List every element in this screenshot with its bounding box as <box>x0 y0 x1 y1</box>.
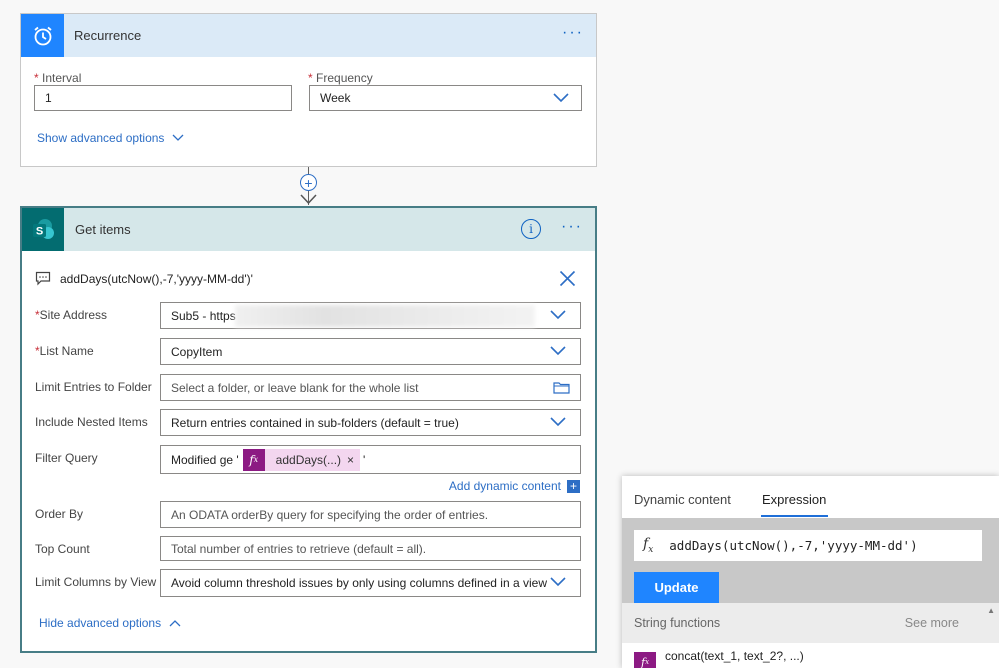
active-tab-indicator <box>761 515 828 517</box>
plus-icon: + <box>304 174 313 191</box>
show-advanced-label: Show advanced options <box>37 131 165 145</box>
filter-query-input[interactable]: Modified ge ' fx addDays(...) × ' <box>160 445 581 474</box>
token-remove-button[interactable]: × <box>347 453 360 467</box>
token-label: addDays(...) <box>275 452 342 467</box>
order-by-label: Order By <box>35 507 84 521</box>
hide-advanced-options-link[interactable]: Hide advanced options <box>39 616 181 630</box>
filter-query-prefix: Modified ge ' <box>171 452 239 467</box>
add-dynamic-content-link[interactable]: Add dynamic content + <box>449 479 580 493</box>
frequency-value: Week <box>320 91 351 105</box>
interval-value: 1 <box>45 91 52 105</box>
recurrence-header[interactable]: Recurrence ··· <box>21 14 596 57</box>
chevron-down-icon <box>553 93 569 103</box>
tab-expression[interactable]: Expression <box>762 492 826 507</box>
comment-text[interactable]: addDays(utcNow(),-7,'yyyy-MM-dd')' <box>60 272 253 286</box>
hide-advanced-label: Hide advanced options <box>39 616 162 630</box>
chevron-down-icon <box>550 346 566 356</box>
fx-icon: fx <box>643 536 654 555</box>
recurrence-card: Recurrence ··· * Interval 1 * Frequency … <box>20 13 597 167</box>
limit-folder-label: Limit Entries to Folder <box>35 380 152 394</box>
list-name-dropdown[interactable]: CopyItem <box>160 338 581 365</box>
string-functions-header: String functions See more ▲ <box>622 603 999 643</box>
top-count-label: Top Count <box>35 542 90 556</box>
folder-icon[interactable] <box>553 381 570 394</box>
filter-query-label: Filter Query <box>35 451 98 465</box>
top-count-placeholder: Total number of entries to retrieve (def… <box>171 541 427 556</box>
limit-columns-dropdown[interactable]: Avoid column threshold issues by only us… <box>160 569 581 597</box>
redacted-area <box>235 305 535 327</box>
info-icon[interactable]: i <box>521 219 541 239</box>
close-icon[interactable] <box>559 270 576 287</box>
frequency-dropdown[interactable]: Week <box>309 85 582 111</box>
get-items-header[interactable]: S Get items i ··· <box>22 208 595 251</box>
limit-columns-value: Avoid column threshold issues by only us… <box>171 576 547 590</box>
expression-token[interactable]: fx addDays(...) × <box>242 448 361 471</box>
interval-label: * Interval <box>34 71 82 85</box>
nested-items-value: Return entries contained in sub-folders … <box>171 415 459 430</box>
show-advanced-options-link[interactable]: Show advanced options <box>37 131 184 145</box>
add-dynamic-label: Add dynamic content <box>448 479 561 493</box>
top-count-input[interactable]: Total number of entries to retrieve (def… <box>160 536 581 561</box>
comment-icon <box>35 271 51 286</box>
interval-input[interactable]: 1 <box>34 85 292 111</box>
limit-columns-label: Limit Columns by View <box>35 575 157 589</box>
dynamic-content-panel: Dynamic content Expression fx addDays(ut… <box>622 476 999 668</box>
order-by-placeholder: An ODATA orderBy query for specifying th… <box>171 507 489 522</box>
site-address-dropdown[interactable]: Sub5 - https <box>160 302 581 329</box>
chevron-up-icon <box>169 620 181 627</box>
get-items-more-button[interactable]: ··· <box>561 219 583 235</box>
site-address-value: Sub5 - https <box>171 308 236 323</box>
expression-input[interactable]: fx addDays(utcNow(),-7,'yyyy-MM-dd') <box>634 530 982 561</box>
nested-items-label: Include Nested Items <box>35 415 148 429</box>
chevron-down-icon <box>550 310 566 320</box>
chevron-down-icon <box>550 417 566 427</box>
add-step-button[interactable]: + <box>300 174 317 191</box>
see-more-link[interactable]: See more <box>905 616 959 630</box>
scroll-up-arrow-icon[interactable]: ▲ <box>987 606 995 615</box>
chevron-down-icon <box>550 577 566 587</box>
site-address-label: *Site Address <box>35 308 108 322</box>
update-button[interactable]: Update <box>634 572 719 603</box>
recurrence-more-button[interactable]: ··· <box>562 25 584 41</box>
tab-dynamic-content[interactable]: Dynamic content <box>634 492 731 507</box>
frequency-label: * Frequency <box>308 71 373 85</box>
chevron-down-icon <box>172 134 184 141</box>
filter-query-suffix: ' <box>363 452 366 467</box>
get-items-card: S Get items i ··· addDays(utcNow(),-7,'y… <box>20 206 597 653</box>
section-title: String functions <box>634 616 721 630</box>
fx-icon: fx <box>242 448 265 471</box>
arrow-down-icon <box>300 194 317 205</box>
info-glyph: i <box>529 222 533 236</box>
add-icon: + <box>567 479 580 493</box>
fx-icon: fx <box>634 652 656 668</box>
get-items-title: Get items <box>75 222 131 237</box>
limit-folder-input[interactable]: Select a folder, or leave blank for the … <box>160 374 581 401</box>
limit-folder-placeholder: Select a folder, or leave blank for the … <box>171 380 419 395</box>
recurrence-title: Recurrence <box>74 28 142 43</box>
order-by-input[interactable]: An ODATA orderBy query for specifying th… <box>160 501 581 528</box>
list-name-label: *List Name <box>35 344 94 358</box>
list-name-value: CopyItem <box>171 344 223 359</box>
expression-text: addDays(utcNow(),-7,'yyyy-MM-dd') <box>669 538 918 553</box>
svg-text:S: S <box>36 225 43 237</box>
nested-items-dropdown[interactable]: Return entries contained in sub-folders … <box>160 409 581 436</box>
alarm-clock-icon <box>21 14 64 57</box>
sharepoint-icon: S <box>22 208 64 251</box>
function-label: concat(text_1, text_2?, ...) <box>665 649 804 663</box>
function-item-concat[interactable]: fx concat(text_1, text_2?, ...) <box>634 649 804 668</box>
expression-editor-area: fx addDays(utcNow(),-7,'yyyy-MM-dd') Upd… <box>622 518 999 603</box>
